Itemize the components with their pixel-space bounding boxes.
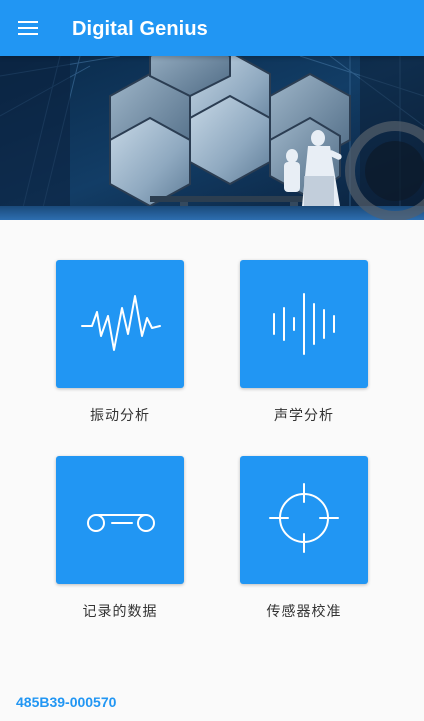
sound-bars-icon xyxy=(273,293,335,355)
acoustic-analysis-label: 声学分析 xyxy=(274,408,334,424)
vibration-wave-icon xyxy=(81,295,161,351)
vibration-analysis-tile[interactable] xyxy=(56,260,184,388)
app-title: Digital Genius xyxy=(72,18,208,40)
acoustic-analysis-tile[interactable] xyxy=(240,260,368,388)
recorded-data-label: 记录的数据 xyxy=(82,604,158,620)
menu-button[interactable] xyxy=(8,8,48,48)
recorded-tape-icon xyxy=(87,514,155,532)
hero-banner-image xyxy=(0,56,424,220)
sensor-calibration-label: 传感器校准 xyxy=(266,604,342,620)
hamburger-menu-icon xyxy=(18,21,38,35)
vibration-analysis-label: 振动分析 xyxy=(90,408,150,424)
device-id-text: 485B39-000570 xyxy=(16,694,117,710)
crosshair-target-icon xyxy=(269,483,339,553)
recorded-data-tile[interactable] xyxy=(56,456,184,584)
sensor-calibration-tile[interactable] xyxy=(240,456,368,584)
app-bar: Digital Genius xyxy=(0,0,424,56)
